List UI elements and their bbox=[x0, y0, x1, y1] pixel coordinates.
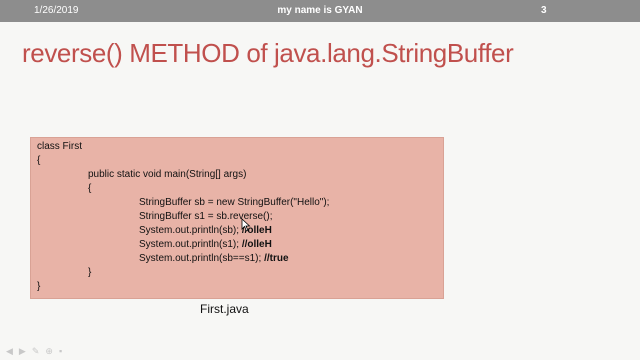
code-text: System.out.println(sb); bbox=[139, 225, 242, 236]
zoom-icon[interactable]: ⊕ bbox=[45, 346, 53, 356]
next-icon[interactable]: ▶ bbox=[19, 346, 26, 356]
code-text: { bbox=[37, 155, 41, 166]
slide-header-bar: 1/26/2019 my name is GYAN 3 bbox=[0, 0, 640, 22]
code-line: System.out.println(sb==s1); //true bbox=[139, 253, 289, 264]
code-text: System.out.println(s1); bbox=[139, 239, 242, 250]
pen-icon[interactable]: ✎ bbox=[32, 346, 40, 356]
slideshow-controls: ◀ ▶ ✎ ⊕ ▪ bbox=[6, 346, 62, 356]
file-caption: First.java bbox=[200, 302, 249, 316]
slide-title: reverse() METHOD of java.lang.StringBuff… bbox=[22, 38, 514, 68]
slide-number: 3 bbox=[541, 5, 547, 16]
code-line: class First bbox=[37, 141, 82, 152]
code-comment: //olleH bbox=[241, 239, 272, 250]
code-text: StringBuffer sb = new StringBuffer("Hell… bbox=[139, 197, 330, 208]
code-line: System.out.println(s1); //olleH bbox=[139, 239, 272, 250]
menu-icon[interactable]: ▪ bbox=[59, 346, 62, 356]
code-text: StringBuffer s1 = sb.reverse(); bbox=[139, 211, 273, 222]
code-text: } bbox=[37, 281, 41, 292]
prev-icon[interactable]: ◀ bbox=[6, 346, 13, 356]
code-line: System.out.println(sb); //olleH bbox=[139, 225, 272, 236]
code-text: System.out.println(sb==s1); bbox=[139, 253, 265, 264]
code-line: { bbox=[37, 155, 40, 166]
code-text: } bbox=[88, 267, 92, 278]
code-line: public static void main(String[] args) bbox=[88, 169, 246, 180]
mouse-cursor-icon bbox=[241, 218, 251, 232]
code-line: StringBuffer sb = new StringBuffer("Hell… bbox=[139, 197, 329, 208]
code-line: { bbox=[88, 183, 91, 194]
code-line: StringBuffer s1 = sb.reverse(); bbox=[139, 211, 272, 222]
code-line: } bbox=[37, 281, 40, 292]
code-text: { bbox=[88, 183, 92, 194]
code-text: class First bbox=[37, 141, 82, 152]
code-line: } bbox=[88, 267, 91, 278]
code-box: class First { public static void main(St… bbox=[30, 137, 444, 299]
code-comment: //true bbox=[264, 253, 289, 264]
code-text: public static void main(String[] args) bbox=[88, 169, 247, 180]
